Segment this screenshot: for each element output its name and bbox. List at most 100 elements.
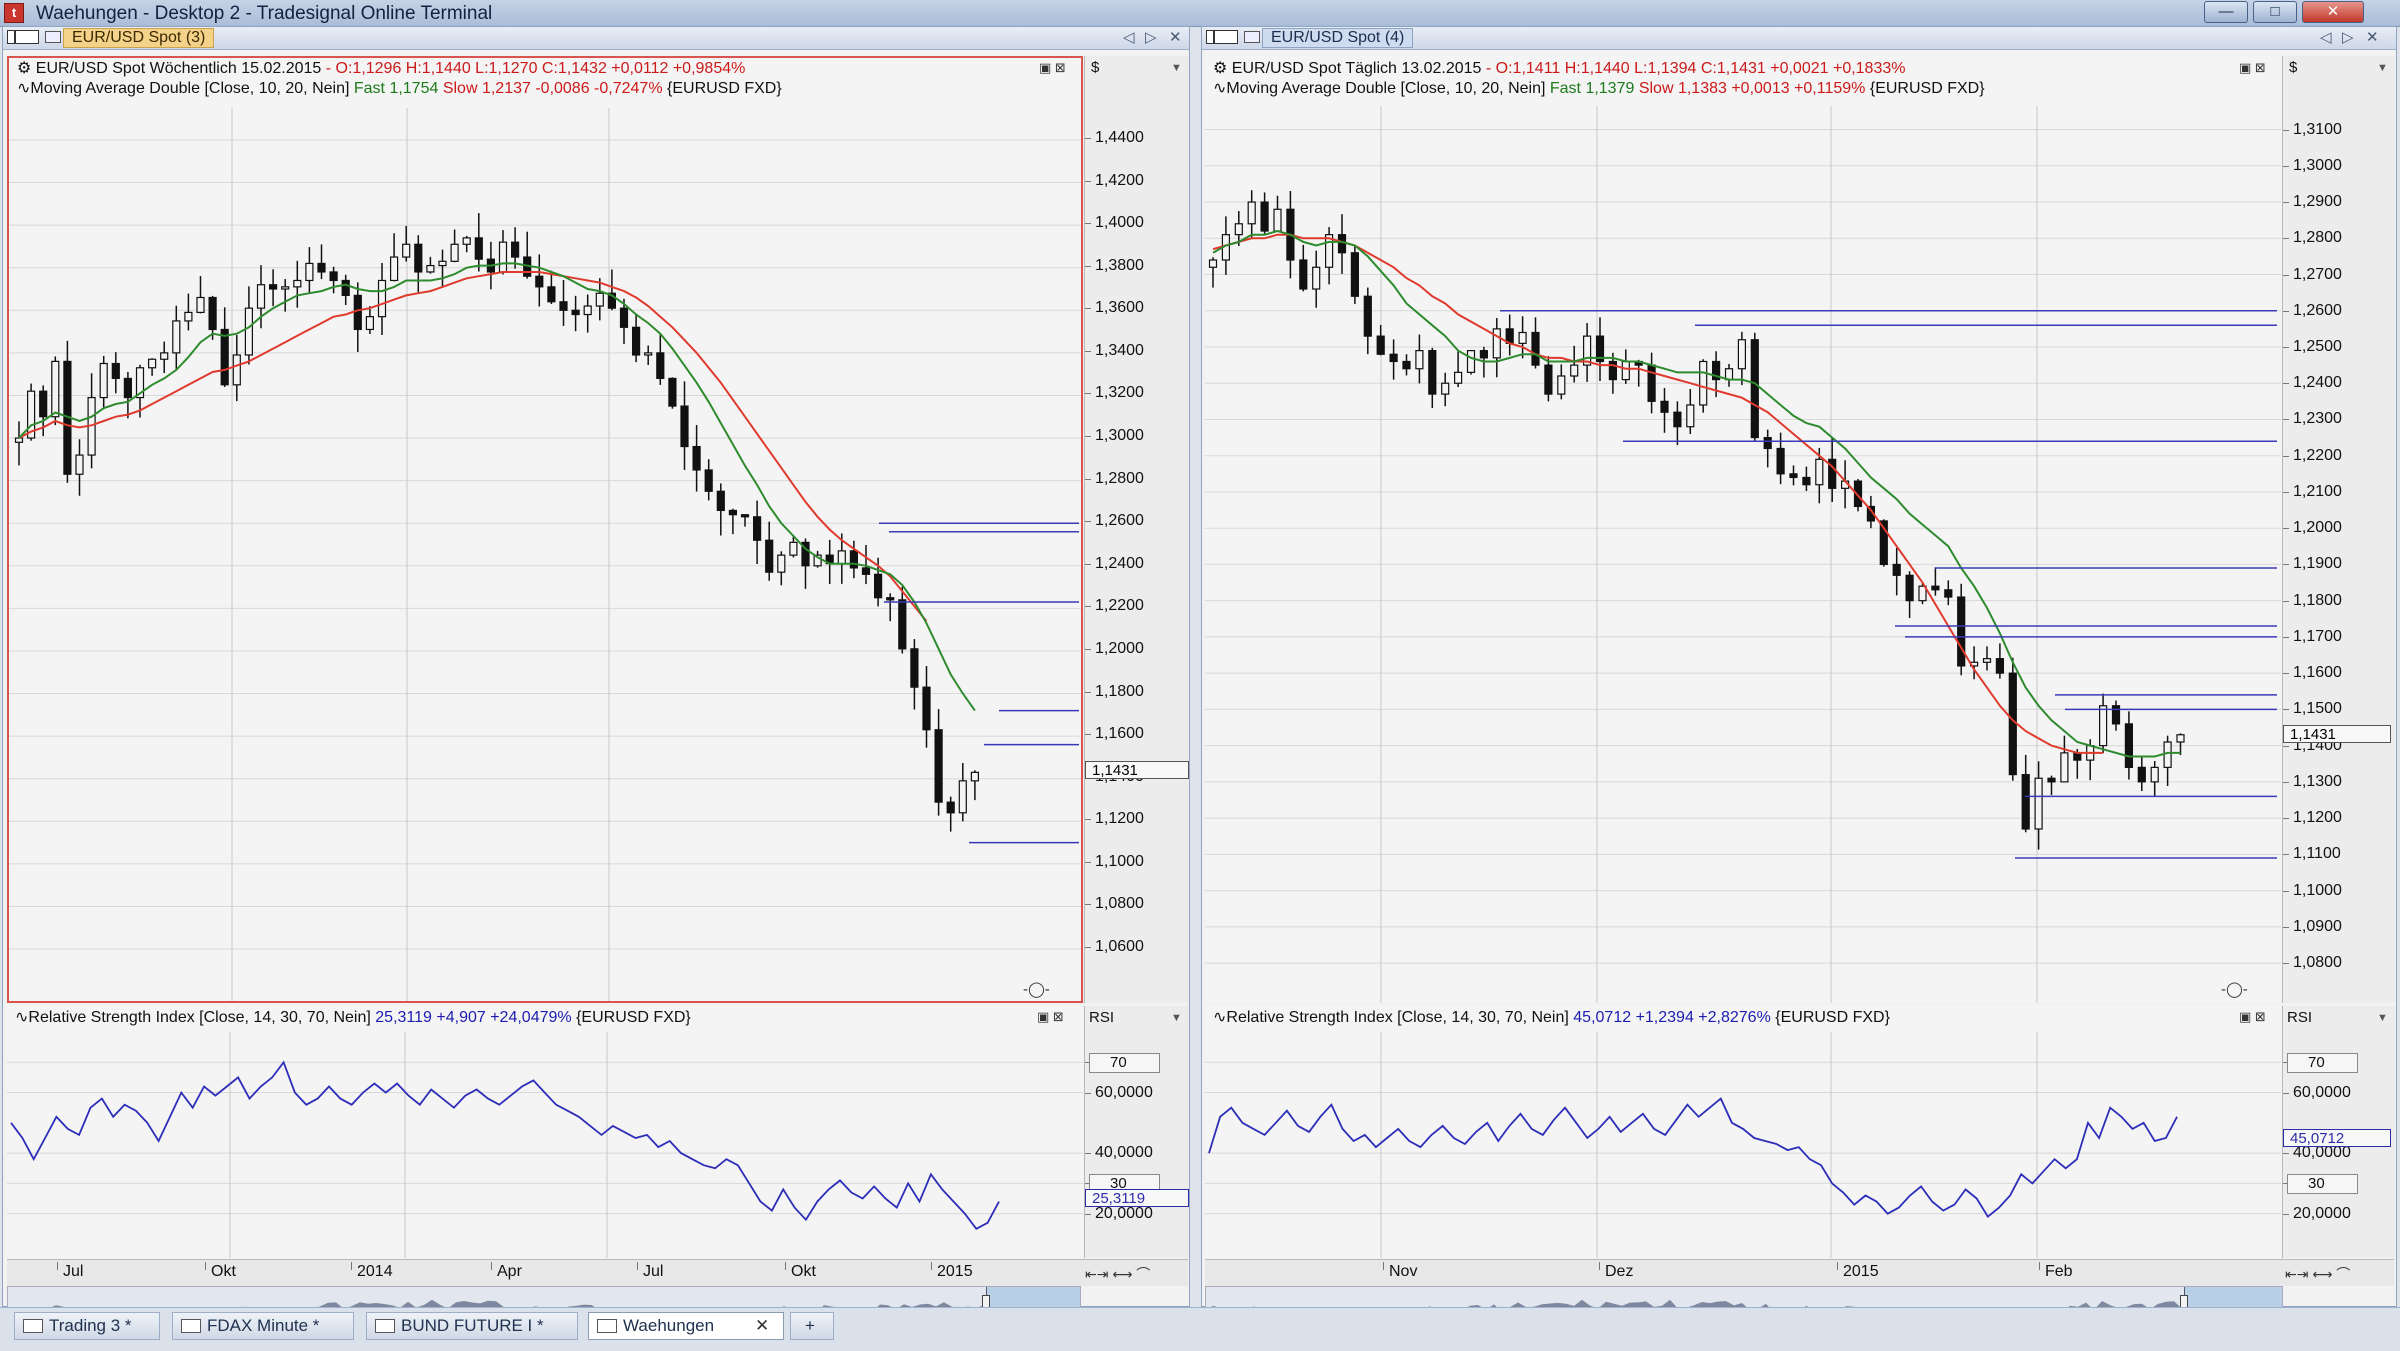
price-chart[interactable] [9, 58, 1081, 1001]
maximize-pane-icon[interactable]: ▣ [1039, 60, 1051, 75]
desktop-tab-trading-3[interactable]: Trading 3 * [14, 1312, 160, 1340]
candle-body [498, 241, 508, 273]
candle-body [365, 316, 374, 331]
rsi-axis[interactable]: 70 60,0000 40,0000 30 20,0000 RSI ▼ 45,0712 [2282, 1006, 2395, 1258]
axis-tick-label: 60,0000 [1095, 1083, 1153, 1101]
rsi-axis-label: RSI [2287, 1009, 2313, 1026]
axis-tick-mark [1085, 180, 1091, 182]
axis-menu-caret-icon[interactable]: ▼ [1171, 1012, 1182, 1024]
time-axis[interactable]: Jul Okt 2014 Apr Jul Okt 2015 ⇤⇥ ⟷ ⌒ [7, 1259, 1188, 1286]
axis-tick-label: 1,0800 [1095, 895, 1144, 913]
axis-tick-label: 70 [2287, 1053, 2358, 1074]
axis-tick-label: 1,3600 [1095, 299, 1144, 317]
date-label: 15.02.2015 [241, 60, 322, 77]
close-chart-icon[interactable]: ✕ [1169, 28, 1182, 46]
candle-body [716, 490, 725, 512]
scroll-left-icon[interactable]: ◁ [2320, 28, 2332, 46]
time-axis-label: 2014 [357, 1263, 393, 1280]
maximize-button[interactable]: □ [2253, 1, 2297, 23]
axis-tick-mark [2283, 129, 2289, 131]
rsi-value-tag: 45,0712 [2283, 1128, 2391, 1147]
axis-tick-mark [1085, 606, 1091, 608]
rsi-pane[interactable]: ∿Relative Strength Index [Close, 14, 30,… [1205, 1006, 2281, 1258]
rsi-line [10, 1060, 1000, 1230]
settings-icon[interactable]: ⚙ [1213, 60, 1227, 77]
rsi-chart[interactable] [7, 1006, 1083, 1258]
axis-menu-caret-icon[interactable]: ▼ [1171, 62, 1182, 74]
price-pane[interactable]: ⚙ EUR/USD Spot Täglich 13.02.2015 - O:1,… [1205, 56, 2281, 1003]
price-axis[interactable]: 1,4400 1,4200 1,4000 1,3800 1,3600 1,3400 1,32… [1084, 56, 1189, 1003]
candle-body [595, 292, 604, 307]
chart-icon [597, 1319, 617, 1333]
rsi-axis-label: RSI [1089, 1009, 1115, 1026]
close-pane-icon[interactable]: ⊠ [1055, 60, 1066, 75]
scroll-right-icon[interactable]: ▷ [2342, 28, 2354, 46]
chart-window-left: EUR/USD Spot (3) ◁ ▷ ✕ ⚙ EUR/USD Spot Wö… [2, 26, 1190, 1336]
candle-body [438, 260, 447, 267]
candle-body [51, 360, 60, 418]
price-chart[interactable] [1205, 56, 2281, 1003]
close-window-button[interactable]: ✕ [2302, 1, 2364, 23]
minimize-button[interactable]: — [2204, 1, 2248, 23]
candle-body [111, 362, 120, 380]
pane-window-controls: ▣ ⊠ [1039, 60, 1066, 76]
price-pane[interactable]: ⚙ EUR/USD Spot Wöchentlich 15.02.2015 - … [7, 56, 1083, 1003]
scroll-right-icon[interactable]: ▷ [1145, 28, 1157, 46]
axis-tick-label: 1,1000 [2293, 881, 2342, 899]
axis-tick-mark [2283, 491, 2289, 493]
axis-tick-mark [2283, 890, 2289, 892]
rsi-pane[interactable]: ∿Relative Strength Index [Close, 14, 30,… [7, 1006, 1083, 1258]
zoom-controls-icon[interactable]: ⇤⇥ ⟷ ⌒ [2285, 1264, 2350, 1284]
candle-body [692, 445, 701, 471]
axis-menu-caret-icon[interactable]: ▼ [2377, 62, 2388, 74]
candle-body [450, 243, 459, 262]
chart-tab-title[interactable]: EUR/USD Spot (3) [63, 28, 215, 48]
settings-icon[interactable]: ⚙ [17, 60, 31, 77]
maximize-pane-icon[interactable]: ▣ [2239, 60, 2251, 75]
add-tab-button[interactable]: + [790, 1312, 834, 1340]
candle-body [160, 352, 169, 360]
rsi-source: {EURUSD FXD} [576, 1009, 691, 1026]
ma-slow-value: Slow 1,2137 -0,0086 -0,7247% [442, 80, 663, 97]
zoom-controls-icon[interactable]: ⇤⇥ ⟷ ⌒ [1085, 1264, 1150, 1284]
desktop-tab-fdax-minute[interactable]: FDAX Minute * [172, 1312, 354, 1340]
close-pane-icon[interactable]: ⊠ [1053, 1009, 1064, 1024]
crosshair-icon[interactable]: -◯- [1023, 980, 1050, 998]
maximize-pane-icon[interactable]: ▣ [2239, 1009, 2251, 1024]
close-pane-icon[interactable]: ⊠ [2255, 1009, 2266, 1024]
axis-tick-mark [1085, 521, 1091, 523]
rsi-source: {EURUSD FXD} [1775, 1009, 1890, 1026]
crosshair-icon[interactable]: -◯- [2221, 980, 2248, 998]
rsi-chart[interactable] [1205, 1006, 2281, 1258]
app-title-bar: t Waehungen - Desktop 2 - Tradesignal On… [0, 0, 2400, 27]
axis-tick-mark [2283, 383, 2289, 385]
scroll-left-icon[interactable]: ◁ [1123, 28, 1135, 46]
desktop-tab-bar: Trading 3 * FDAX Minute * BUND FUTURE I … [0, 1307, 2400, 1351]
close-pane-icon[interactable]: ⊠ [2255, 60, 2266, 75]
rsi-line [1208, 1097, 2178, 1219]
axis-tick-label: 1,1000 [1095, 852, 1144, 870]
symbol-label: EUR/USD Spot Wöchentlich [35, 60, 237, 77]
desktop-tab-waehungen[interactable]: Waehungen ✕ [588, 1312, 784, 1340]
desktop-tab-bund-future[interactable]: BUND FUTURE I * [366, 1312, 578, 1340]
close-tab-icon[interactable]: ✕ [755, 1313, 769, 1339]
layout-toggle-icon[interactable] [1206, 30, 1238, 44]
close-chart-icon[interactable]: ✕ [2366, 28, 2379, 46]
axis-menu-caret-icon[interactable]: ▼ [2377, 1012, 2388, 1024]
price-axis[interactable]: 1,3100 1,3000 1,2900 1,2800 1,2700 1,2600 1,25… [2282, 56, 2395, 1003]
chart-tab-title[interactable]: EUR/USD Spot (4) [1262, 28, 1414, 48]
candle-body [377, 279, 387, 318]
rsi-axis[interactable]: 70 60,0000 40,0000 30 20,0000 RSI ▼ 25,3119 [1084, 1006, 1189, 1258]
layout-toggle-icon[interactable] [7, 30, 39, 44]
price-header: ⚙ EUR/USD Spot Täglich 13.02.2015 - O:1,… [1213, 59, 1905, 78]
maximize-pane-icon[interactable]: ▣ [1037, 1009, 1049, 1024]
pane-window-controls: ▣ ⊠ [2239, 60, 2266, 76]
candle-body [1389, 353, 1398, 363]
axis-tick-label: 1,1600 [1095, 725, 1144, 743]
candle-body [2124, 723, 2134, 768]
chart-window-tabbar: EUR/USD Spot (4) ◁ ▷ ✕ [1202, 27, 2396, 50]
axis-tick-mark [1085, 223, 1091, 225]
axis-tick-mark [2283, 1092, 2289, 1094]
time-axis[interactable]: Nov Dez 2015 Feb ⇤⇥ ⟷ ⌒ [1205, 1259, 2394, 1286]
axis-tick-label: 1,2300 [2293, 410, 2342, 428]
